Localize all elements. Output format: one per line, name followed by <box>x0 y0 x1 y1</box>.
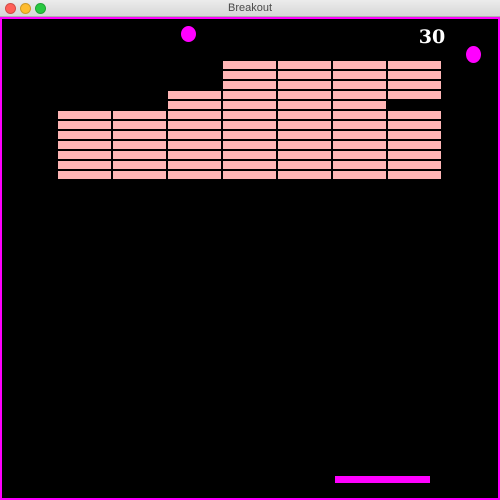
brick <box>223 151 276 159</box>
brick <box>168 141 221 149</box>
breakout-window: Breakout 30 <box>0 0 500 500</box>
brick <box>58 141 111 149</box>
brick <box>113 161 166 169</box>
brick <box>223 101 276 109</box>
brick <box>278 61 331 69</box>
brick <box>278 111 331 119</box>
brick <box>333 61 386 69</box>
brick <box>278 81 331 89</box>
brick <box>113 141 166 149</box>
brick <box>388 161 441 169</box>
brick <box>278 161 331 169</box>
brick <box>388 171 441 179</box>
brick <box>278 151 331 159</box>
brick <box>388 141 441 149</box>
brick <box>168 161 221 169</box>
brick <box>388 121 441 129</box>
brick <box>223 141 276 149</box>
brick <box>223 161 276 169</box>
brick <box>333 151 386 159</box>
ball <box>466 46 481 63</box>
brick <box>168 121 221 129</box>
brick <box>388 91 441 99</box>
brick <box>388 81 441 89</box>
brick <box>168 111 221 119</box>
brick <box>333 171 386 179</box>
brick <box>58 161 111 169</box>
brick <box>113 131 166 139</box>
brick <box>223 111 276 119</box>
brick <box>333 71 386 79</box>
brick <box>333 91 386 99</box>
brick <box>113 121 166 129</box>
brick <box>168 91 221 99</box>
brick <box>388 111 441 119</box>
brick <box>278 121 331 129</box>
brick <box>333 141 386 149</box>
brick <box>58 171 111 179</box>
brick <box>333 121 386 129</box>
brick <box>168 101 221 109</box>
brick <box>333 111 386 119</box>
brick <box>168 151 221 159</box>
brick <box>58 121 111 129</box>
game-canvas[interactable]: 30 <box>0 17 500 500</box>
brick <box>278 141 331 149</box>
brick <box>58 111 111 119</box>
brick <box>388 71 441 79</box>
brick <box>333 81 386 89</box>
brick <box>223 71 276 79</box>
brick <box>58 151 111 159</box>
brick <box>333 131 386 139</box>
brick <box>223 171 276 179</box>
brick <box>278 91 331 99</box>
title-bar[interactable]: Breakout <box>0 0 500 17</box>
brick <box>223 121 276 129</box>
brick <box>58 131 111 139</box>
brick <box>168 171 221 179</box>
brick <box>223 61 276 69</box>
brick <box>278 171 331 179</box>
brick <box>223 91 276 99</box>
brick <box>388 151 441 159</box>
brick <box>388 61 441 69</box>
brick <box>113 151 166 159</box>
brick <box>223 131 276 139</box>
brick <box>333 161 386 169</box>
window-title: Breakout <box>227 2 273 14</box>
brick <box>168 131 221 139</box>
ball <box>181 26 196 42</box>
brick <box>113 171 166 179</box>
brick <box>388 131 441 139</box>
brick <box>278 101 331 109</box>
brick <box>278 71 331 79</box>
brick <box>113 111 166 119</box>
brick <box>278 131 331 139</box>
paddle[interactable] <box>335 476 430 483</box>
brick <box>223 81 276 89</box>
score-label: 30 <box>418 26 446 48</box>
brick <box>333 101 386 109</box>
